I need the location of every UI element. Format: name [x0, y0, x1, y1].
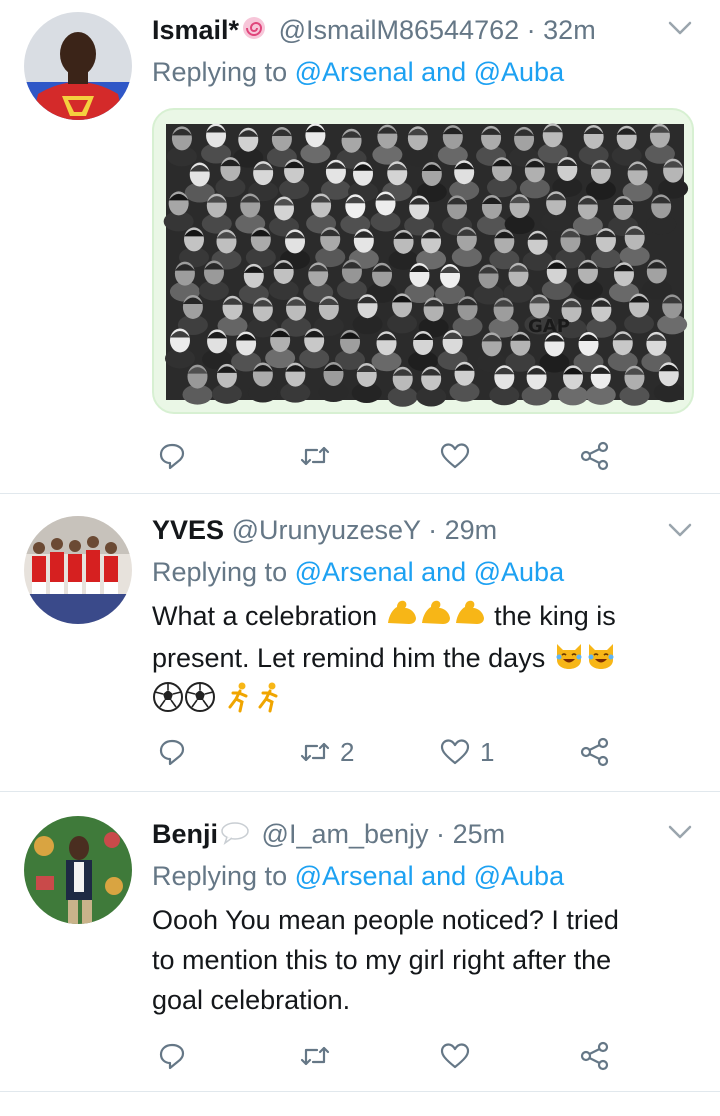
- running-person-icon: [254, 681, 284, 724]
- tweet-text-segment: the king is: [494, 601, 616, 631]
- separator: ·: [436, 819, 446, 849]
- avatar[interactable]: [24, 816, 132, 924]
- tweet-actions: [152, 436, 672, 476]
- avatar[interactable]: [24, 12, 132, 120]
- replying-handles[interactable]: @Arsenal and @Auba: [295, 861, 564, 891]
- tweet-text-segment: present. Let remind him the days: [152, 643, 546, 674]
- author-handle[interactable]: @I_am_benjy: [262, 819, 429, 849]
- share-icon: [580, 1041, 609, 1071]
- share-button[interactable]: [580, 732, 610, 772]
- reply-icon: [159, 1043, 185, 1070]
- replying-prefix: Replying to: [152, 57, 288, 87]
- retweet-count: 2: [340, 736, 355, 767]
- shirt-logo-text: GAP: [528, 316, 570, 337]
- tweet-text: What a celebration the king is present. …: [152, 596, 692, 724]
- author-name[interactable]: Benji: [152, 819, 218, 849]
- tweet-header: Benji @I_am_benjy · 25m: [152, 818, 505, 852]
- replying-to: Replying to @Arsenal and @Auba: [152, 556, 564, 588]
- flexed-biceps-icon: [385, 597, 419, 638]
- tweet-text-line: goal celebration.: [152, 985, 351, 1015]
- lollipop-icon: [241, 15, 267, 48]
- separator: ·: [428, 515, 438, 545]
- tweet-text-line: to mention this to my girl right after t…: [152, 945, 612, 975]
- tweet-actions: 2 1: [152, 732, 672, 772]
- like-button[interactable]: [440, 1036, 480, 1076]
- replying-handles[interactable]: @Arsenal and @Auba: [295, 557, 564, 587]
- heart-icon: [440, 443, 470, 469]
- flexed-biceps-icon: [453, 597, 487, 638]
- reply-button[interactable]: [158, 1036, 186, 1076]
- reply-icon: [159, 443, 185, 470]
- replying-to: Replying to @Arsenal and @Auba: [152, 860, 564, 892]
- avatar-image: [24, 516, 132, 624]
- tweet[interactable]: Benji @I_am_benjy · 25m Replying to @Ars…: [0, 792, 720, 1092]
- flexed-biceps-icon: [419, 597, 453, 638]
- soccer-ball-icon: [152, 681, 184, 724]
- timestamp[interactable]: 29m: [445, 515, 498, 545]
- retweet-button[interactable]: [300, 1036, 340, 1076]
- tweet-text-line: What a celebration the king is: [152, 596, 692, 638]
- author-handle[interactable]: @IsmailM86544762: [279, 15, 520, 45]
- heart-icon: [440, 1043, 470, 1069]
- author-name[interactable]: YVES: [152, 515, 224, 545]
- avatar-image: [24, 816, 132, 924]
- cat-tears-of-joy-icon: [585, 640, 617, 681]
- reply-icon: [159, 739, 185, 766]
- like-count: 1: [480, 736, 495, 767]
- heart-icon: [440, 739, 470, 765]
- speech-bubble-icon: [220, 820, 250, 852]
- avatar-image: [24, 12, 132, 120]
- tweet-text: Oooh You mean people noticed? I tried to…: [152, 900, 692, 1020]
- crowd-photo: GAP: [163, 123, 689, 407]
- retweet-button[interactable]: [300, 436, 340, 476]
- chevron-down-icon[interactable]: [666, 818, 694, 846]
- replying-handles[interactable]: @Arsenal and @Auba: [295, 57, 564, 87]
- tweet[interactable]: Ismail* @IsmailM86544762 · 32m Replying …: [0, 0, 720, 494]
- tweet-image[interactable]: GAP: [152, 108, 694, 414]
- share-icon: [580, 737, 609, 767]
- chevron-down-icon[interactable]: [666, 516, 694, 544]
- tweet-header: YVES @UrunyuzeseY · 29m: [152, 514, 497, 546]
- retweet-icon: [300, 446, 330, 466]
- retweet-icon: [300, 1046, 330, 1066]
- author-handle[interactable]: @UrunyuzeseY: [232, 515, 421, 545]
- soccer-ball-icon: [184, 681, 216, 724]
- separator: ·: [526, 15, 536, 45]
- tweet-actions: [152, 1036, 672, 1076]
- tweet-header: Ismail* @IsmailM86544762 · 32m: [152, 14, 596, 48]
- tweet[interactable]: YVES @UrunyuzeseY · 29m Replying to @Ars…: [0, 494, 720, 792]
- reply-button[interactable]: [158, 732, 186, 772]
- chevron-down-icon[interactable]: [666, 14, 694, 42]
- retweet-icon: [300, 742, 330, 762]
- share-icon: [580, 441, 609, 471]
- tweet-text-segment: What a celebration: [152, 601, 378, 631]
- share-button[interactable]: [580, 436, 610, 476]
- like-button[interactable]: [440, 436, 480, 476]
- timestamp[interactable]: 25m: [453, 819, 506, 849]
- tweet-text-line: present. Let remind him the days: [152, 638, 692, 680]
- reply-button[interactable]: [158, 436, 186, 476]
- like-button[interactable]: 1: [440, 732, 494, 772]
- replying-prefix: Replying to: [152, 557, 288, 587]
- cat-tears-of-joy-icon: [553, 640, 585, 681]
- author-name[interactable]: Ismail*: [152, 15, 239, 45]
- timestamp[interactable]: 32m: [543, 15, 596, 45]
- tweet-text-line: [152, 681, 692, 724]
- running-person-icon: [224, 681, 254, 724]
- replying-prefix: Replying to: [152, 861, 288, 891]
- replying-to: Replying to @Arsenal and @Auba: [152, 56, 564, 88]
- avatar[interactable]: [24, 516, 132, 624]
- retweet-button[interactable]: 2: [300, 732, 354, 772]
- tweet-text-line: Oooh You mean people noticed? I tried: [152, 905, 619, 935]
- share-button[interactable]: [580, 1036, 610, 1076]
